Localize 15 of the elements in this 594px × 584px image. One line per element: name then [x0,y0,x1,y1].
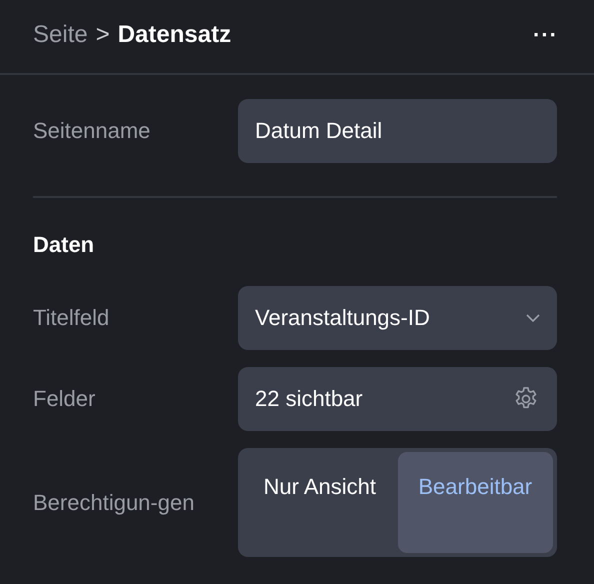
more-menu-button[interactable]: ··· [533,22,558,48]
segment-option[interactable]: Bearbeitbar [398,452,553,553]
page-name-field[interactable]: Datum Detail [238,99,557,163]
section-title: Daten [33,232,96,258]
field-label: Titelfeld [33,304,110,332]
field-label: Berechtigun-gen [33,488,196,517]
breadcrumb-separator: > [96,20,110,48]
breadcrumb-link[interactable]: Seite [33,20,88,48]
fields-button[interactable]: 22 sichtbar [238,367,557,431]
segment-option[interactable]: Nur Ansicht [242,452,398,553]
breadcrumb-current: Datensatz [118,20,232,48]
field-label: Felder [33,385,96,413]
title-field-select[interactable]: Veranstaltungs-ID [238,286,557,350]
chevron-down-icon [526,314,540,322]
field-label: Seitenname [33,117,152,145]
